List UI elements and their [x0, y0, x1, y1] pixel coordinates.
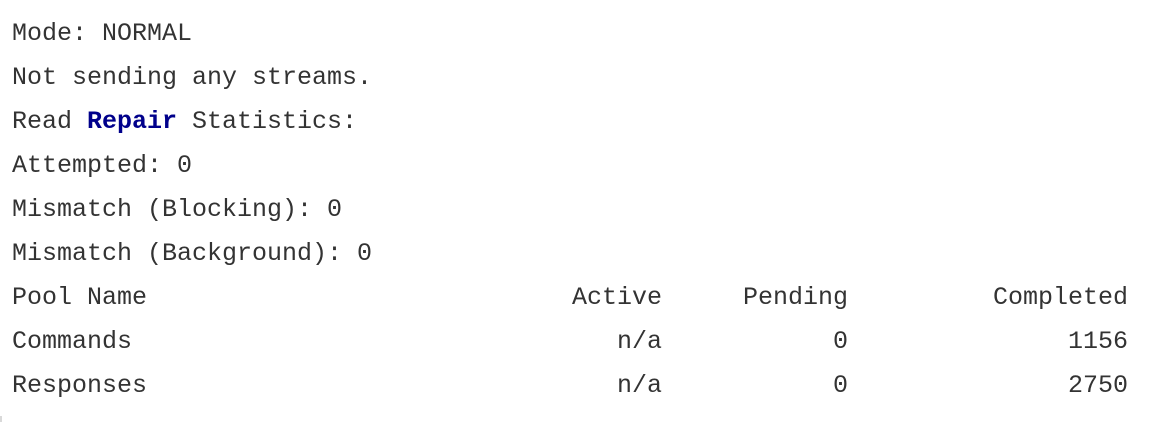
pending-cell: 0 [832, 327, 848, 356]
streams-line: Not sending any streams. [12, 63, 373, 92]
read-repair-prefix: Read [12, 107, 88, 136]
header-pool-name: Pool Name [12, 283, 148, 312]
table-row: Commands n/a 0 1156 [12, 320, 1152, 364]
mismatch-blocking-line: Mismatch (Blocking): 0 [12, 195, 343, 224]
table-row: Responses n/a 0 2750 [12, 364, 1152, 408]
pool-name-cell: Responses [12, 371, 148, 400]
repair-keyword: Repair [87, 107, 178, 136]
completed-cell: 1156 [1067, 327, 1128, 356]
completed-cell: 2750 [1067, 371, 1128, 400]
header-active: Active [571, 283, 662, 312]
netstats-output: Mode: NORMAL Not sending any streams. Re… [12, 12, 1152, 408]
active-cell: n/a [616, 327, 662, 356]
pool-name-cell: Commands [12, 327, 133, 356]
corner-divider [0, 416, 2, 422]
active-cell: n/a [616, 371, 662, 400]
header-completed: Completed [992, 283, 1128, 312]
header-pending: Pending [742, 283, 848, 312]
pool-table-header: Pool Name Active Pending Completed [12, 276, 1152, 320]
read-repair-suffix: Statistics: [177, 107, 358, 136]
mismatch-background-line: Mismatch (Background): 0 [12, 239, 373, 268]
mode-line: Mode: NORMAL [12, 19, 193, 48]
attempted-line: Attempted: 0 [12, 151, 193, 180]
read-repair-heading: Read Repair Statistics: [12, 100, 1152, 144]
pending-cell: 0 [832, 371, 848, 400]
